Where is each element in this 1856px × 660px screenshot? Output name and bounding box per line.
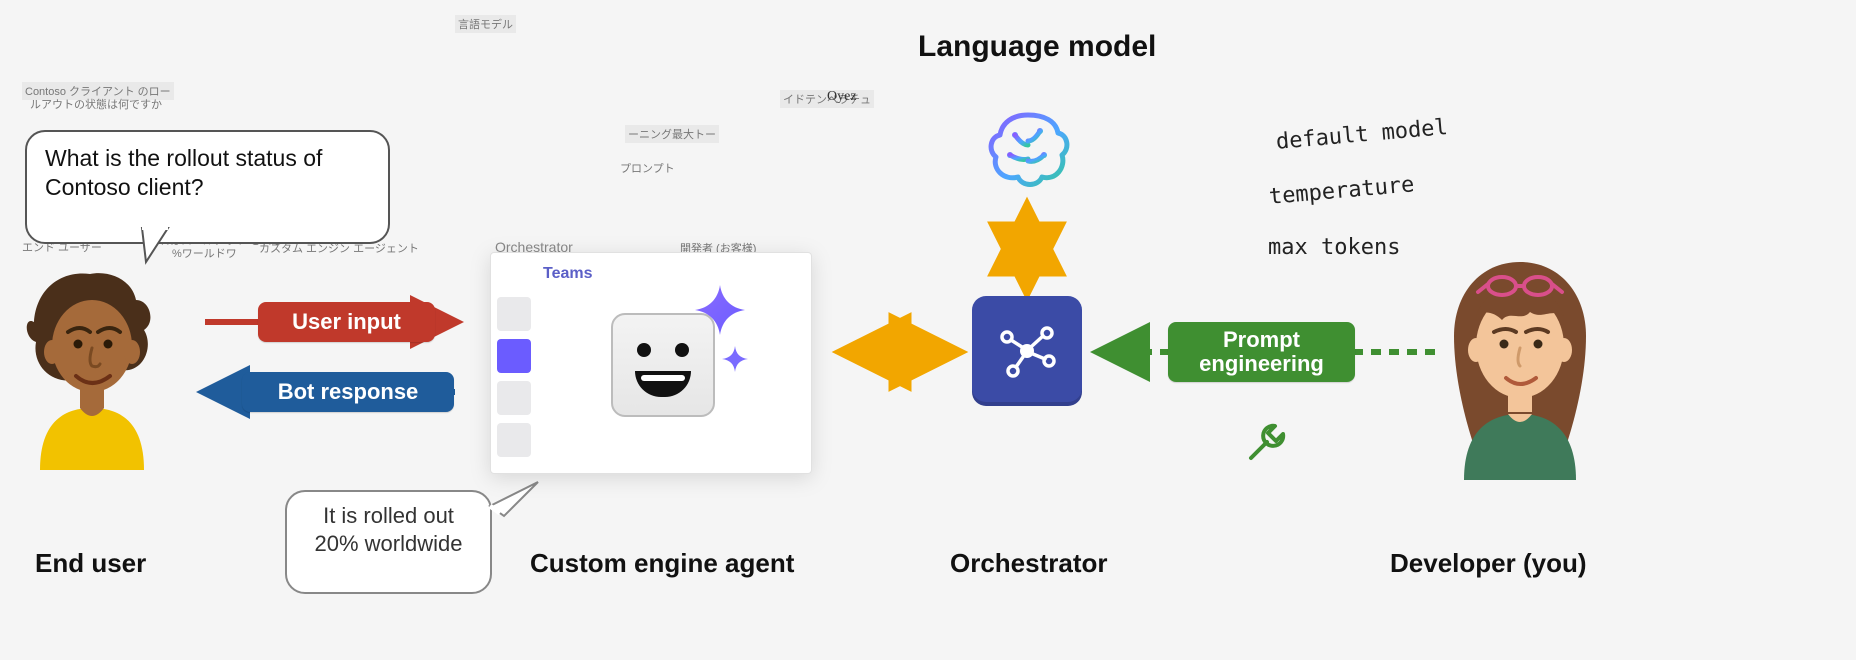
rail-item-3[interactable]: [497, 381, 531, 415]
developer-label: Developer (you): [1390, 548, 1587, 579]
bot-answer-text: It is rolled out 20% worldwide: [315, 503, 463, 556]
jp-tokens: ーニング最大トー: [625, 125, 719, 143]
bot-speech-bubble: It is rolled out 20% worldwide: [285, 490, 492, 594]
language-model-label: Language model: [918, 30, 1156, 64]
jp-rollout2: %ワールドワ: [172, 245, 237, 261]
end-user-avatar: [10, 260, 170, 470]
custom-engine-agent-label: Custom engine agent: [530, 548, 794, 579]
diagram-stage: Language model 言語モデル Contoso クライアント のロー …: [0, 0, 1856, 660]
orchestrator-label: Orchestrator: [950, 548, 1108, 579]
param-default-model: default model: [1275, 115, 1449, 155]
user-speech-bubble: What is the rollout status of Contoso cl…: [25, 130, 390, 244]
user-input-pill: User input: [258, 302, 435, 342]
jp-lang-model: 言語モデル: [455, 15, 516, 33]
user-input-pill-text: User input: [292, 309, 401, 335]
bot-response-pill-text: Bot response: [278, 379, 419, 405]
rail-item-active[interactable]: [497, 339, 531, 373]
bot-speech-tail: [490, 478, 540, 518]
teams-rail: [497, 297, 531, 457]
end-user-label: End user: [35, 548, 146, 579]
sparkle-small-icon: [721, 345, 749, 373]
param-temperature: temperature: [1268, 172, 1415, 210]
wrench-icon: [1245, 420, 1289, 464]
prompt-engineering-pill: Prompt engineering: [1168, 322, 1355, 382]
jp-contoso-2: ルアウトの状態は何ですか: [30, 96, 162, 112]
rail-item-1[interactable]: [497, 297, 531, 331]
sparkle-large-icon: [693, 283, 747, 337]
param-max-tokens: max tokens: [1268, 235, 1400, 260]
jp-prompt: プロンプト: [620, 160, 675, 176]
bot-response-pill: Bot response: [242, 372, 454, 412]
brain-icon: [982, 105, 1074, 197]
teams-app-title: Teams: [543, 265, 593, 283]
developer-avatar: [1430, 250, 1610, 480]
prompt-engineering-text: Prompt engineering: [1199, 328, 1324, 376]
rail-item-4[interactable]: [497, 423, 531, 457]
user-question-text: What is the rollout status of Contoso cl…: [45, 145, 322, 200]
jp-oyez: Oyez: [827, 89, 857, 105]
teams-app-window: Teams: [490, 252, 812, 474]
orchestrator-icon: [972, 296, 1082, 406]
